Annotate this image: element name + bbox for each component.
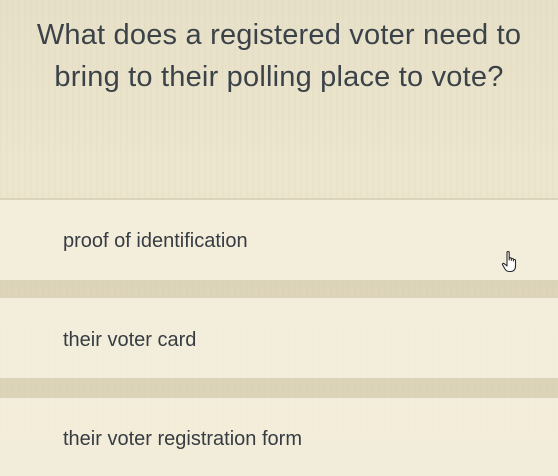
option-divider [0, 380, 558, 396]
option-label: proof of identification [63, 230, 248, 252]
option-divider [0, 282, 558, 296]
option-label: their voter card [63, 329, 197, 351]
answer-option-their-voter-card[interactable]: their voter card [0, 296, 558, 380]
option-label: their voter registration form [63, 428, 302, 450]
question-text: What does a registered voter need to bri… [36, 19, 522, 93]
hand-pointer-icon [501, 250, 517, 273]
answer-options: proof of identification their voter card… [0, 198, 558, 476]
answer-option-proof-of-identification[interactable]: proof of identification [0, 198, 558, 282]
answer-option-their-voter-registration-form[interactable]: their voter registration form [0, 396, 558, 476]
question-panel: What does a registered voter need to bri… [0, 0, 558, 198]
